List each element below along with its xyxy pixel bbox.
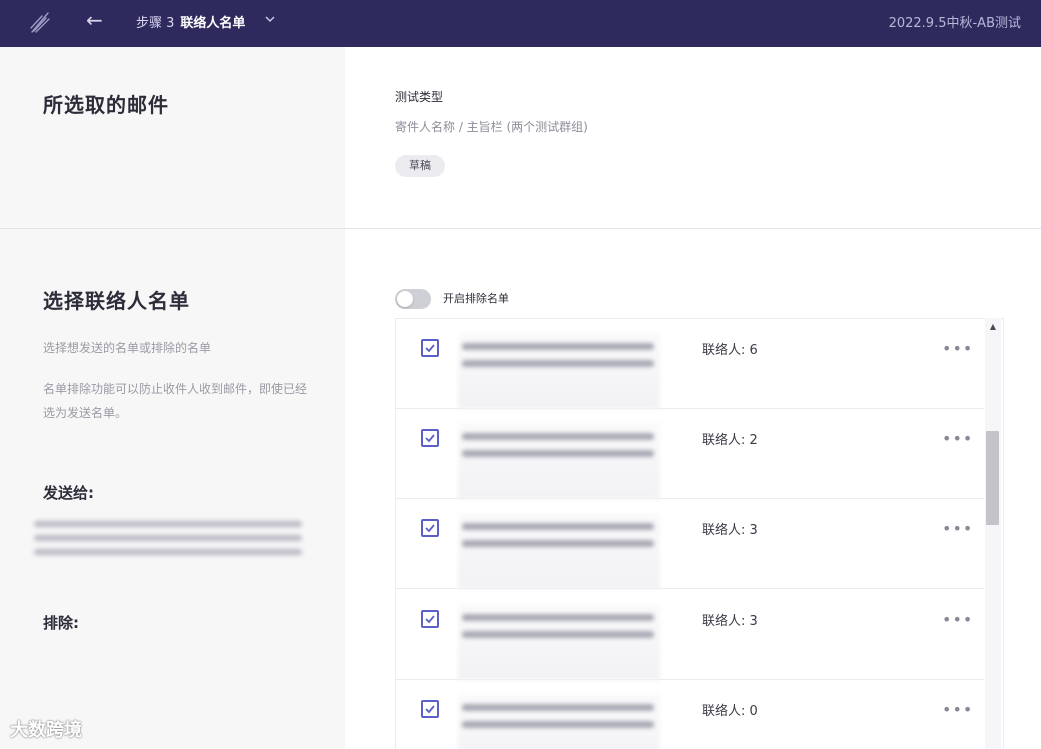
watermark-logo: 大数跨境	[10, 720, 82, 741]
list-checkbox[interactable]	[421, 429, 439, 447]
chevron-down-icon[interactable]	[264, 13, 276, 25]
list-item[interactable]: 联络人: 2 •••	[396, 409, 984, 499]
more-options-icon[interactable]: •••	[942, 519, 973, 538]
scrollbar-track[interactable]	[985, 318, 1001, 749]
toggle-knob	[397, 291, 413, 307]
selected-email-title: 所选取的邮件	[43, 93, 169, 117]
list-name-redacted	[458, 604, 660, 680]
exclude-label: 排除:	[43, 614, 79, 632]
list-name-redacted	[458, 333, 660, 409]
list-checkbox[interactable]	[421, 339, 439, 357]
section-divider	[0, 228, 1041, 229]
list-name-redacted	[458, 423, 660, 499]
list-checkbox[interactable]	[421, 610, 439, 628]
feather-logo-icon[interactable]	[28, 10, 52, 34]
list-item[interactable]: 联络人: 3 •••	[396, 590, 984, 680]
list-item[interactable]: 联络人: 6 •••	[396, 319, 984, 409]
contact-count: 联络人: 2	[702, 433, 758, 448]
list-item[interactable]: 联络人: 3 •••	[396, 499, 984, 589]
more-options-icon[interactable]: •••	[942, 339, 973, 358]
exclude-toggle-label: 开启排除名单	[443, 292, 509, 305]
top-bar: ← 步骤 3 联络人名单 2022.9.5中秋-AB测试	[0, 0, 1041, 47]
more-options-icon[interactable]: •••	[942, 429, 973, 448]
test-type-value: 寄件人名称 / 主旨栏 (两个测试群组)	[395, 120, 588, 134]
list-name-redacted	[458, 513, 660, 589]
check-icon	[425, 615, 435, 624]
list-checkbox[interactable]	[421, 700, 439, 718]
exclude-description: 名单排除功能可以防止收件人收到邮件，即使已经选为发送名单。	[43, 382, 308, 420]
list-item[interactable]: 联络人: 0 •••	[396, 680, 984, 749]
send-to-label: 发送给:	[43, 484, 94, 502]
step-name: 联络人名单	[180, 16, 246, 31]
scroll-up-arrow-icon[interactable]: ▲	[985, 321, 1001, 333]
check-icon	[425, 434, 435, 443]
contact-list-description: 选择想发送的名单或排除的名单	[43, 341, 212, 355]
status-badge: 草稿	[395, 155, 445, 177]
exclude-list-toggle[interactable]	[395, 289, 431, 309]
contact-count: 联络人: 3	[702, 614, 758, 629]
list-name-redacted	[458, 694, 660, 749]
list-checkbox[interactable]	[421, 519, 439, 537]
step-number: 步骤 3	[136, 16, 175, 31]
check-icon	[425, 524, 435, 533]
scrollbar-thumb[interactable]	[986, 431, 999, 525]
contact-count: 联络人: 6	[702, 343, 758, 358]
more-options-icon[interactable]: •••	[942, 610, 973, 629]
check-icon	[425, 705, 435, 714]
contact-count: 联络人: 3	[702, 523, 758, 538]
check-icon	[425, 344, 435, 353]
contact-list-title: 选择联络人名单	[43, 289, 190, 313]
back-arrow-icon[interactable]: ←	[86, 9, 103, 31]
campaign-name: 2022.9.5中秋-AB测试	[888, 16, 1021, 31]
send-to-lists-redacted	[26, 515, 310, 585]
contact-count: 联络人: 0	[702, 704, 758, 719]
test-type-label: 测试类型	[395, 90, 444, 104]
contact-list-panel: 联络人: 6 ••• 联络人: 2 ••• 联络人: 3 ••• 联络人: 3 …	[395, 318, 1004, 749]
more-options-icon[interactable]: •••	[942, 700, 973, 719]
step-selector[interactable]: 步骤 3 联络人名单	[136, 12, 245, 31]
